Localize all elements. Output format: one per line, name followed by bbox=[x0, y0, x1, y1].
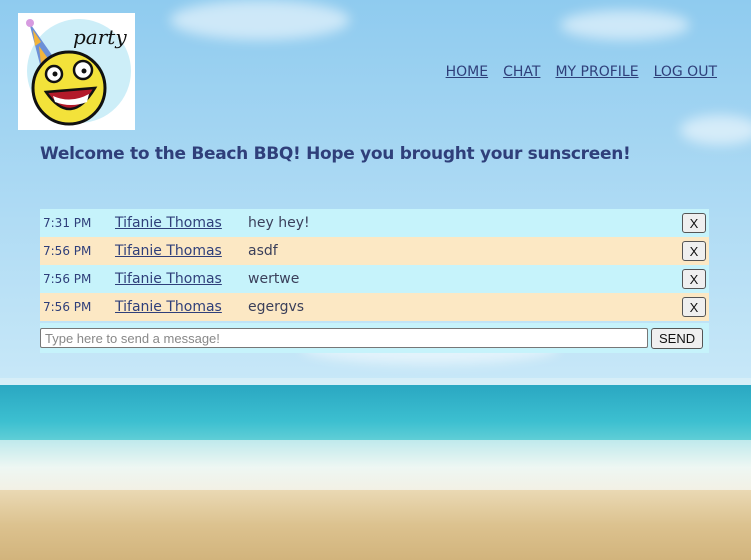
cloud bbox=[170, 0, 350, 40]
message-text: egergvs bbox=[248, 299, 305, 315]
sea bbox=[0, 385, 751, 445]
message-text: hey hey! bbox=[248, 215, 310, 231]
party-smiley-icon: party bbox=[26, 19, 131, 126]
message-row: 7:31 PM Tifanie Thomas hey hey! X bbox=[40, 209, 709, 237]
message-text: wertwe bbox=[248, 271, 300, 287]
site-logo[interactable]: party bbox=[18, 13, 135, 130]
delete-message-button[interactable]: X bbox=[682, 269, 706, 289]
page-title: Welcome to the Beach BBQ! Hope you broug… bbox=[40, 144, 631, 164]
message-row: 7:56 PM Tifanie Thomas asdf X bbox=[40, 237, 709, 265]
nav-logout-link[interactable]: LOG OUT bbox=[654, 64, 717, 80]
nav-chat-link[interactable]: CHAT bbox=[503, 64, 540, 80]
message-time: 7:56 PM bbox=[43, 244, 92, 258]
delete-message-button[interactable]: X bbox=[682, 241, 706, 261]
message-user-link[interactable]: Tifanie Thomas bbox=[115, 215, 248, 231]
delete-message-button[interactable]: X bbox=[682, 297, 706, 317]
message-row: 7:56 PM Tifanie Thomas wertwe X bbox=[40, 265, 709, 293]
logo-text: party bbox=[73, 25, 127, 49]
surf bbox=[0, 440, 751, 495]
message-text: asdf bbox=[248, 243, 278, 259]
message-input[interactable] bbox=[40, 328, 648, 348]
cloud bbox=[560, 10, 690, 40]
message-user-link[interactable]: Tifanie Thomas bbox=[115, 299, 248, 315]
chat-panel: 7:31 PM Tifanie Thomas hey hey! X 7:56 P… bbox=[40, 209, 709, 353]
message-time: 7:56 PM bbox=[43, 272, 92, 286]
sand bbox=[0, 490, 751, 560]
cloud bbox=[680, 115, 751, 145]
main-nav: HOME CHAT MY PROFILE LOG OUT bbox=[446, 64, 717, 80]
message-composer: SEND bbox=[40, 323, 709, 353]
send-button[interactable]: SEND bbox=[651, 327, 704, 349]
message-time: 7:56 PM bbox=[43, 300, 92, 314]
message-time: 7:31 PM bbox=[43, 216, 92, 230]
message-user-link[interactable]: Tifanie Thomas bbox=[115, 271, 248, 287]
message-row: 7:56 PM Tifanie Thomas egergvs X bbox=[40, 293, 709, 321]
nav-home-link[interactable]: HOME bbox=[446, 64, 488, 80]
nav-profile-link[interactable]: MY PROFILE bbox=[555, 64, 638, 80]
message-user-link[interactable]: Tifanie Thomas bbox=[115, 243, 248, 259]
delete-message-button[interactable]: X bbox=[682, 213, 706, 233]
